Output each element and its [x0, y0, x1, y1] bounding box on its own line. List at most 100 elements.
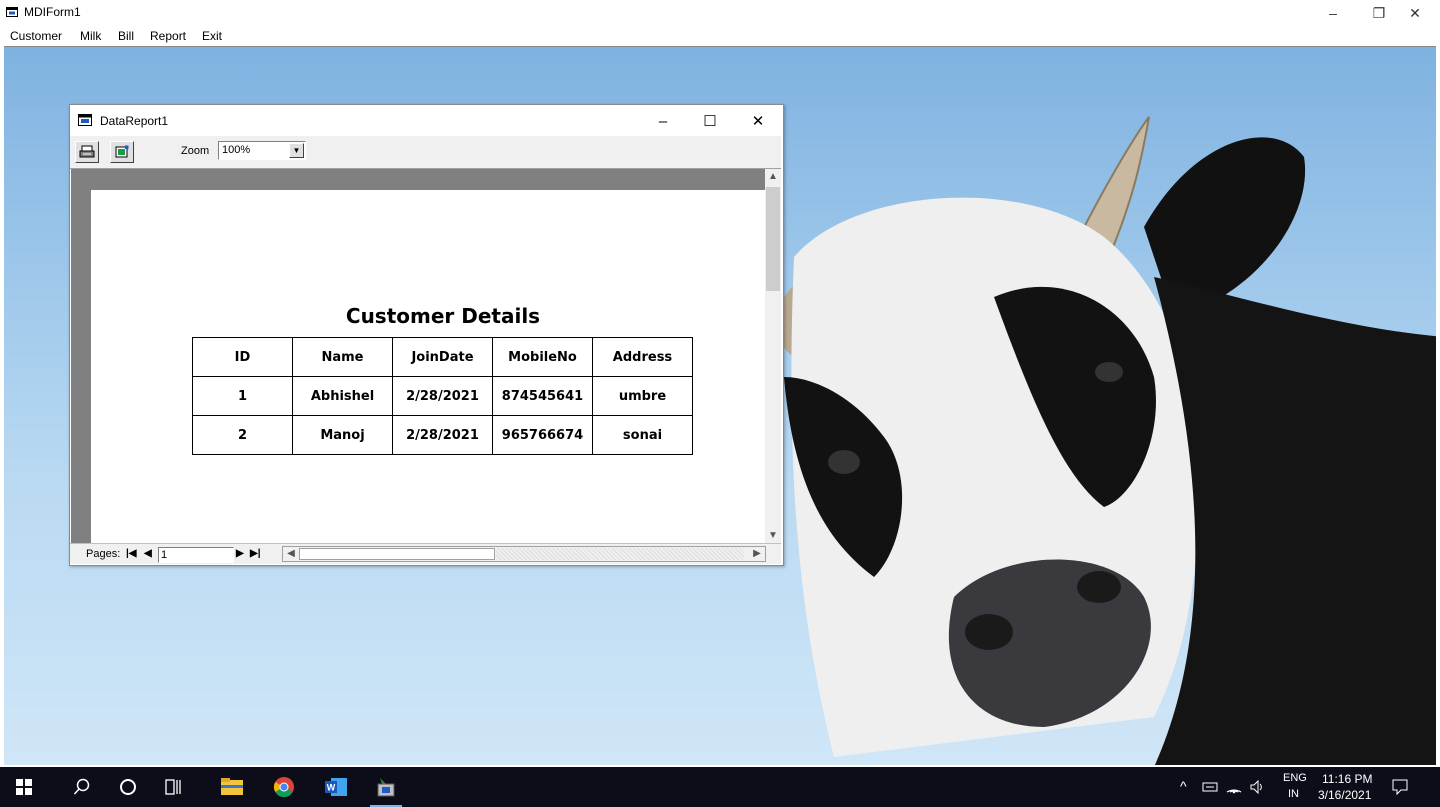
menu-milk[interactable]: Milk [80, 29, 101, 43]
scroll-down-icon[interactable]: ▼ [765, 530, 781, 541]
minimize-icon: – [658, 112, 668, 130]
scroll-up-icon[interactable]: ▲ [765, 171, 781, 182]
minimize-icon: – [1329, 5, 1337, 21]
chevron-down-icon[interactable]: ▼ [289, 143, 304, 158]
data-report-window: DataReport1 – ☐ ✕ Zoom 100% ▼ Customer D… [69, 104, 784, 566]
language-region[interactable]: IN [1288, 788, 1299, 800]
horizontal-scroll-track[interactable] [496, 548, 744, 560]
app-titlebar: MDIForm1 – ❐ ✕ [0, 0, 1440, 26]
menu-bar: Customer Milk Bill Report Exit [0, 26, 1440, 46]
language-indicator[interactable]: ENG [1283, 772, 1307, 784]
first-page-icon[interactable]: |◀ [126, 548, 137, 559]
vb-app-button[interactable] [362, 767, 410, 807]
report-viewport: Customer Details ID Name JoinDate Mobile… [71, 169, 765, 543]
column-header: Address [592, 337, 693, 377]
close-icon: ✕ [1409, 4, 1421, 21]
menu-customer[interactable]: Customer [10, 29, 62, 43]
column-header: ID [192, 337, 293, 377]
report-minimize-button[interactable]: – [643, 110, 683, 132]
column-header: JoinDate [392, 337, 493, 377]
search-icon [73, 778, 90, 795]
task-view-icon [165, 779, 181, 795]
report-window-title: DataReport1 [100, 114, 169, 128]
app-title: MDIForm1 [24, 5, 81, 19]
table-cell: 2/28/2021 [392, 415, 493, 455]
word-icon: W [325, 778, 347, 796]
network-adapter-icon[interactable] [1202, 781, 1218, 793]
column-header: Name [292, 337, 393, 377]
table-row: 1 Abhishel 2/28/2021 874545641 umbre [192, 376, 693, 416]
zoom-label: Zoom [181, 145, 210, 157]
search-button[interactable] [58, 767, 106, 807]
print-button[interactable] [75, 141, 99, 163]
table-cell: umbre [592, 376, 693, 416]
svg-text:W: W [327, 783, 336, 793]
report-window-icon [78, 114, 92, 126]
report-maximize-button[interactable]: ☐ [690, 110, 730, 132]
restore-icon: ❐ [1372, 4, 1386, 21]
maximize-icon: ☐ [703, 113, 717, 130]
table-row: 2 Manoj 2/28/2021 965766674 sonai [192, 415, 693, 455]
print-icon [79, 145, 95, 158]
word-button[interactable]: W [312, 767, 360, 807]
app-icon [6, 7, 18, 17]
close-icon: ✕ [751, 113, 765, 130]
mdi-client-area: DataReport1 – ☐ ✕ Zoom 100% ▼ Customer D… [4, 46, 1436, 765]
report-toolbar: Zoom 100% ▼ [70, 136, 781, 169]
wifi-icon[interactable] [1226, 780, 1242, 794]
report-window-titlebar: DataReport1 – ☐ ✕ [70, 105, 783, 135]
chrome-button[interactable] [260, 767, 308, 807]
report-statusbar: Pages: |◀ ◀ 1 ▶ ▶| ◀ ▶ [70, 543, 781, 564]
zoom-dropdown[interactable]: 100% ▼ [218, 141, 306, 160]
vb-app-icon [377, 778, 395, 797]
volume-icon[interactable] [1250, 780, 1266, 794]
windows-start-icon [16, 779, 32, 795]
last-page-icon[interactable]: ▶| [250, 548, 261, 559]
table-cell: Manoj [292, 415, 393, 455]
cow-background-image [775, 116, 1436, 765]
next-page-icon[interactable]: ▶ [236, 548, 244, 559]
show-hidden-icons-icon[interactable]: ^ [1180, 778, 1187, 794]
vertical-scrollbar[interactable]: ▲ ▼ [765, 169, 781, 543]
clock-date[interactable]: 3/16/2021 [1318, 788, 1371, 802]
report-close-button[interactable]: ✕ [738, 110, 778, 132]
table-cell: 874545641 [492, 376, 593, 416]
scroll-left-icon[interactable]: ◀ [283, 548, 299, 559]
chrome-icon [273, 777, 294, 798]
report-page: Customer Details ID Name JoinDate Mobile… [91, 190, 765, 543]
table-cell: sonai [592, 415, 693, 455]
customer-table: ID Name JoinDate MobileNo Address 1 Abhi… [192, 337, 693, 455]
scroll-right-icon[interactable]: ▶ [749, 548, 765, 559]
file-explorer-button[interactable] [208, 767, 256, 807]
file-explorer-icon [221, 778, 243, 795]
table-cell: 2 [192, 415, 293, 455]
table-cell: 965766674 [492, 415, 593, 455]
page-number-input[interactable]: 1 [158, 547, 234, 563]
menu-bill[interactable]: Bill [118, 29, 134, 43]
export-button[interactable] [110, 141, 134, 163]
menu-report[interactable]: Report [150, 29, 186, 43]
table-header-row: ID Name JoinDate MobileNo Address [192, 337, 693, 377]
zoom-value: 100% [222, 144, 251, 156]
previous-page-icon[interactable]: ◀ [144, 548, 152, 559]
table-cell: 1 [192, 376, 293, 416]
menu-exit[interactable]: Exit [202, 29, 222, 43]
report-title: Customer Details [345, 304, 541, 328]
windows-start-button[interactable] [0, 767, 48, 807]
export-icon [115, 145, 129, 158]
pages-label: Pages: [86, 548, 121, 560]
notification-icon[interactable] [1392, 779, 1408, 795]
cortana-icon [120, 779, 136, 795]
close-button[interactable]: ✕ [1392, 3, 1438, 23]
column-header: MobileNo [492, 337, 593, 377]
minimize-button[interactable]: – [1310, 3, 1356, 23]
horizontal-scroll-thumb[interactable] [299, 548, 495, 560]
cortana-button[interactable] [104, 767, 152, 807]
horizontal-scrollbar[interactable]: ◀ ▶ [282, 546, 766, 562]
table-cell: Abhishel [292, 376, 393, 416]
task-view-button[interactable] [150, 767, 198, 807]
vertical-scroll-thumb[interactable] [766, 187, 780, 291]
clock-time[interactable]: 11:16 PM [1322, 772, 1372, 786]
table-cell: 2/28/2021 [392, 376, 493, 416]
taskbar: W ^ ENG IN 11:16 PM 3/16/2021 [0, 767, 1440, 807]
